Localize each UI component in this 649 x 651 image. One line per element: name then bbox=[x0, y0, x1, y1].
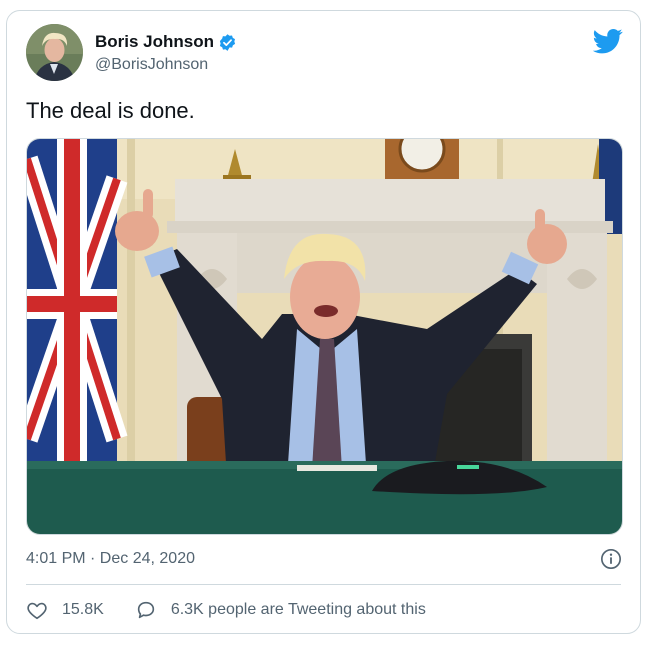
divider bbox=[26, 584, 621, 585]
avatar[interactable] bbox=[26, 24, 83, 81]
tweet-card[interactable]: Boris Johnson @BorisJohnson The deal is … bbox=[6, 10, 641, 634]
heart-icon bbox=[27, 602, 47, 620]
author-handle[interactable]: @BorisJohnson bbox=[95, 56, 208, 74]
author-name[interactable]: Boris Johnson bbox=[95, 32, 237, 52]
tweet-photo[interactable] bbox=[26, 138, 623, 535]
speech-bubble-icon bbox=[137, 601, 154, 619]
tweeting-about-link[interactable]: 6.3K people are Tweeting about this bbox=[135, 599, 426, 621]
twitter-bird-icon[interactable] bbox=[592, 26, 623, 56]
tweeting-about-text: 6.3K people are Tweeting about this bbox=[170, 601, 426, 618]
action-bar: 15.8K 6.3K people are Tweeting about thi… bbox=[26, 599, 426, 621]
tweet-text: The deal is done. bbox=[26, 98, 195, 123]
like-button[interactable]: 15.8K bbox=[26, 599, 104, 621]
verified-badge-icon bbox=[218, 33, 237, 52]
tweet-timestamp[interactable]: 4:01 PM · Dec 24, 2020 bbox=[26, 550, 195, 568]
like-count: 15.8K bbox=[62, 601, 104, 618]
info-icon[interactable] bbox=[600, 548, 622, 570]
author-name-text[interactable]: Boris Johnson bbox=[95, 32, 214, 52]
